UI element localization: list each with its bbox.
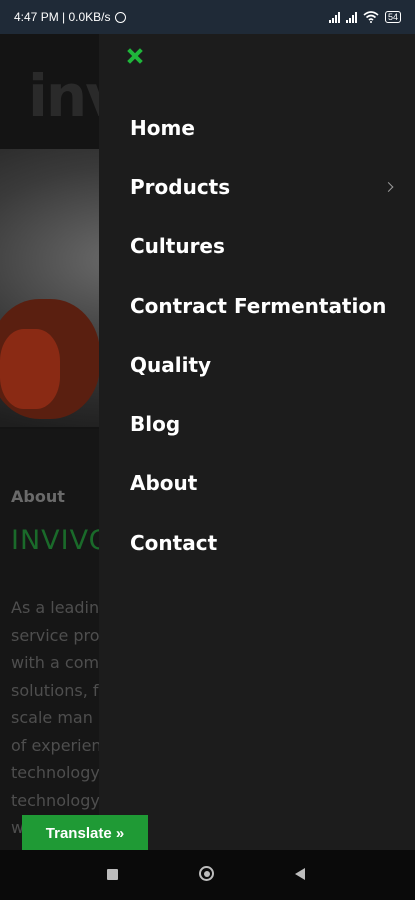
wifi-icon [363,11,379,23]
menu-item-blog[interactable]: Blog [130,394,400,453]
system-nav-bar [0,850,415,900]
alarm-icon [114,11,126,23]
about-title: INVIVO [11,525,111,556]
recent-apps-icon[interactable] [107,869,118,880]
chevron-right-icon[interactable] [383,181,394,192]
drawer-menu: Home Products Cultures Contract Fermenta… [130,98,400,572]
menu-item-about[interactable]: About [130,454,400,513]
status-bar: 4:47 PM | 0.0KB/s 54 [0,0,415,34]
back-icon[interactable] [295,868,305,880]
menu-item-cultures[interactable]: Cultures [130,217,400,276]
menu-item-products[interactable]: Products [130,157,400,216]
about-label: About [11,487,65,506]
signal-icon [328,11,340,23]
menu-item-contract-fermentation[interactable]: Contract Fermentation [130,276,400,335]
status-time: 4:47 PM | 0.0KB/s [14,10,111,24]
signal-icon-2 [345,11,357,23]
menu-item-quality[interactable]: Quality [130,335,400,394]
menu-item-home[interactable]: Home [130,98,400,157]
home-icon[interactable] [199,866,214,881]
nav-drawer: Home Products Cultures Contract Fermenta… [99,34,415,850]
close-icon[interactable] [127,48,143,64]
menu-item-contact[interactable]: Contact [130,513,400,572]
battery-icon: 54 [384,11,401,23]
translate-button[interactable]: Translate » [22,815,148,851]
